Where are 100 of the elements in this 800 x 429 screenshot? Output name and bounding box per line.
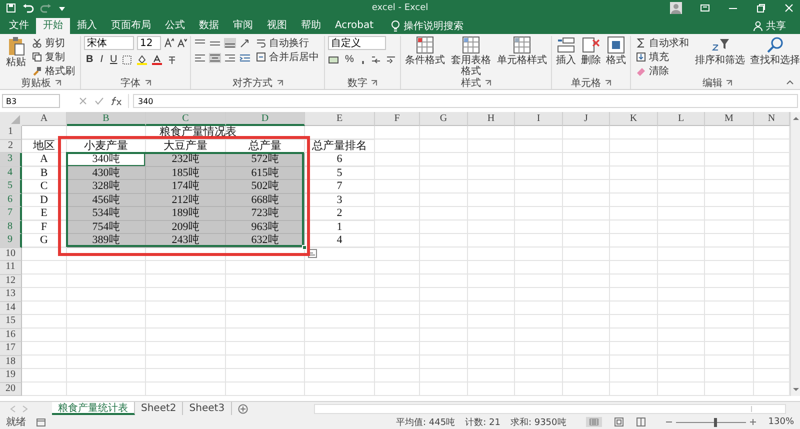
formula-field[interactable]: 340 [133,94,798,108]
row-header[interactable]: 9 [0,234,22,248]
ribbon-tab[interactable]: 审阅 [226,18,260,34]
ribbon-button[interactable]: 排序和筛选 [694,36,746,66]
column-header[interactable]: E [305,112,375,126]
ribbon-button[interactable]: 插入 [554,36,577,66]
launcher-icon[interactable] [144,80,150,86]
borders-icon[interactable] [122,54,134,64]
row-header[interactable]: 17 [0,342,22,356]
row-header[interactable]: 13 [0,288,22,302]
number-format-field[interactable]: 自定义 [328,36,386,50]
ribbon-button[interactable]: 合并后居中 [254,50,321,63]
percent-button[interactable]: % [343,53,356,66]
scroll-up-icon[interactable] [792,114,800,122]
zoom-in-icon[interactable] [750,419,756,425]
ribbon-button[interactable]: 删除 [580,36,602,66]
search-field[interactable]: 操作说明搜索 [404,20,494,32]
collapse-ribbon-icon[interactable] [786,79,794,85]
ribbon-button[interactable]: 自动求和 [634,36,691,49]
row-header[interactable]: 19 [0,369,22,382]
row-header[interactable]: 14 [0,302,22,315]
row-header[interactable]: 10 [0,248,22,261]
phonetic-icon[interactable] [167,54,178,64]
column-header[interactable]: J [563,112,610,126]
ribbon-tab[interactable]: 开始 [36,18,70,34]
ribbon-tab[interactable]: 文件 [2,18,36,34]
function-icon[interactable] [110,96,122,106]
row-header[interactable]: 6 [0,194,22,207]
column-header[interactable]: K [610,112,658,126]
align-right-icon[interactable] [224,53,236,63]
ribbon-button[interactable]: 格式刷 [30,64,77,77]
orientation-icon[interactable] [239,38,251,48]
launcher-icon[interactable] [604,80,611,86]
column-header[interactable]: L [658,112,705,126]
row-header[interactable]: 3 [0,153,22,166]
font-size-field[interactable]: 12 [137,36,161,50]
ribbon-button[interactable]: 查找和选择 [748,36,800,66]
sheet-tab[interactable]: 粮食产量统计表 [52,402,135,415]
column-header[interactable]: N [754,112,790,126]
ribbon-tab[interactable]: 视图 [260,18,294,34]
ribbon-tab[interactable]: 帮助 [294,18,328,34]
row-header[interactable]: 11 [0,261,22,274]
row-header[interactable]: 8 [0,220,22,234]
font-style-button[interactable]: B [84,53,96,66]
ribbon-button[interactable]: 自动换行 [254,36,321,49]
ribbon-tab[interactable]: 数据 [192,18,226,34]
align-bottom-icon[interactable] [224,38,236,48]
launcher-icon[interactable] [371,80,378,86]
launcher-icon[interactable] [276,80,282,86]
row-header[interactable]: 5 [0,180,22,194]
font-color-icon[interactable] [152,54,164,64]
font-style-button[interactable]: I [98,53,106,66]
fill-handle[interactable] [302,244,307,250]
align-left-icon[interactable] [194,53,206,63]
page-layout-icon[interactable] [614,417,624,427]
row-header[interactable]: 18 [0,356,22,369]
ribbon-button[interactable]: 套用表格格式 [448,36,493,77]
page-break-icon[interactable] [636,417,646,427]
column-header[interactable]: A [22,112,67,126]
row-header[interactable]: 7 [0,207,22,220]
column-header[interactable]: F [375,112,420,126]
grow-font-icon[interactable] [164,38,174,48]
row-header[interactable]: 16 [0,328,22,342]
ribbon-button[interactable]: 单元格样式 [496,36,548,66]
ribbon-tab[interactable]: 插入 [70,18,104,34]
ribbon-button[interactable]: 格式 [604,36,627,66]
align-center-icon[interactable] [209,53,221,63]
ribbon-button[interactable]: 复制 [30,50,77,63]
column-header[interactable]: G [420,112,468,126]
fill-color-icon[interactable] [137,54,150,64]
font-name-field[interactable]: 宋体 [84,36,134,50]
ribbon-tab[interactable]: Acrobat [328,18,381,34]
column-header[interactable]: H [468,112,515,126]
close-icon[interactable] [784,3,794,13]
row-header[interactable]: 12 [0,274,22,288]
ribbon-button[interactable]: 填充 [634,50,691,63]
launcher-icon[interactable] [55,80,61,86]
share-button[interactable]: 共享 [766,19,786,33]
column-header[interactable]: C [146,112,226,126]
ribbon-tab[interactable]: 页面布局 [104,18,158,34]
ribbon-button[interactable]: 剪切 [30,36,77,49]
restore-icon[interactable] [756,3,766,13]
scroll-down-icon[interactable] [792,386,800,394]
column-header[interactable]: M [705,112,754,126]
indent-icon[interactable] [239,53,251,63]
launcher-icon[interactable] [484,80,491,86]
column-header[interactable]: B [67,112,146,126]
column-header[interactable]: I [515,112,563,126]
save-icon[interactable] [6,3,16,13]
row-header[interactable]: 2 [0,140,22,153]
zoom-slider[interactable] [714,418,717,426]
increase-decimal-icon[interactable] [370,54,382,64]
ribbon-button[interactable]: 条件格式 [404,36,446,66]
decrease-decimal-icon[interactable] [384,54,397,64]
row-header[interactable]: 4 [0,166,22,180]
ribbon-display-icon[interactable] [700,3,710,13]
launcher-icon[interactable] [726,80,732,86]
zoom-out-icon[interactable] [666,419,672,425]
horizontal-scrollbar[interactable] [314,404,786,414]
row-header[interactable]: 1 [0,126,22,140]
